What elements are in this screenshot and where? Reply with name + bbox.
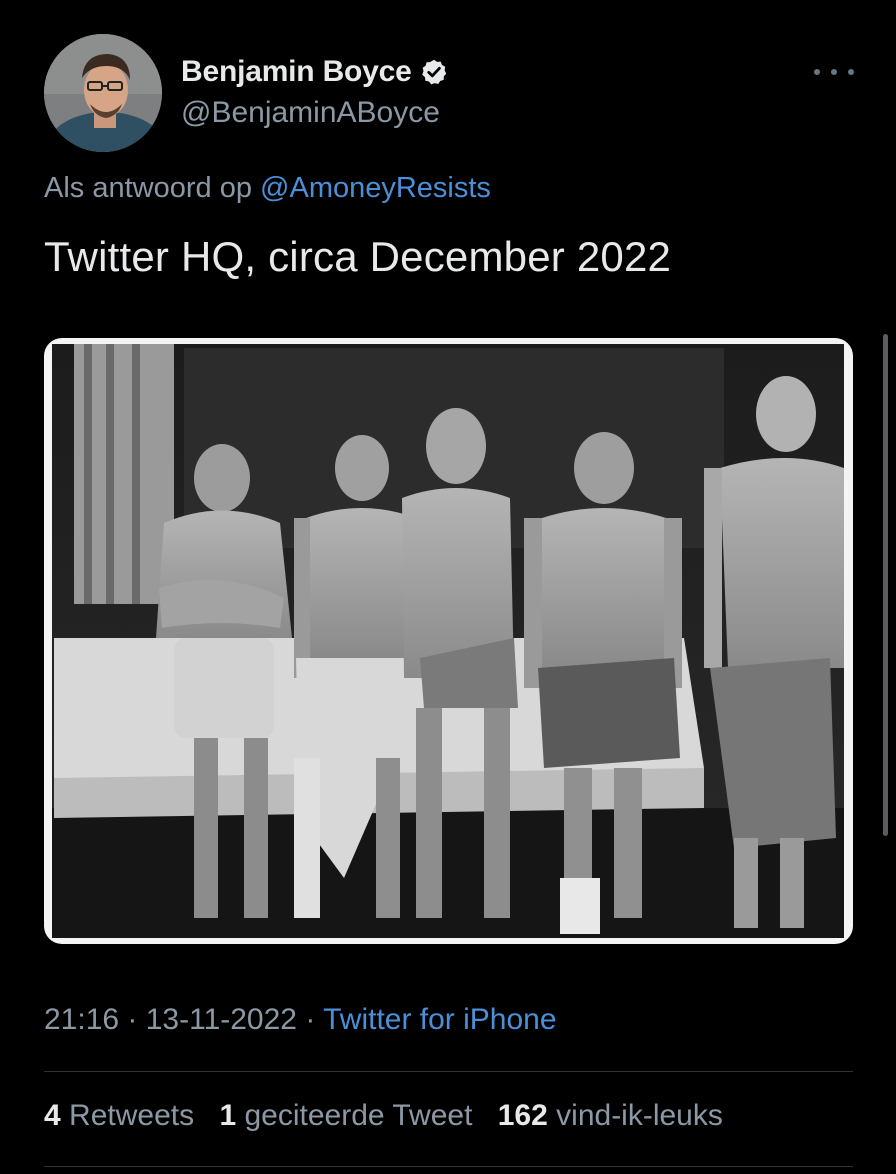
scrollbar-thumb[interactable] <box>883 334 888 836</box>
quote-tweets-count: 1 <box>219 1099 237 1132</box>
reply-to-handle-link[interactable]: @AmoneyResists <box>260 172 491 204</box>
divider <box>44 1071 853 1072</box>
meta-separator: · <box>119 1003 146 1036</box>
more-dot <box>831 69 837 75</box>
tweet-media-photo[interactable] <box>44 338 853 944</box>
more-dot <box>848 69 854 75</box>
divider <box>44 1166 853 1167</box>
author-avatar[interactable] <box>44 34 162 152</box>
likes-stat[interactable]: 162 vind-ik-leuks <box>498 1099 723 1132</box>
tweet-time[interactable]: 21:16 <box>44 1003 119 1036</box>
tweet-text: Twitter HQ, circa December 2022 <box>44 233 672 280</box>
reply-context: Als antwoord op @AmoneyResists <box>44 172 491 205</box>
quote-tweets-stat[interactable]: 1 geciteerde Tweet <box>219 1099 480 1132</box>
retweets-label: Retweets <box>69 1099 195 1132</box>
more-options-icon[interactable] <box>814 60 854 84</box>
tweet-stats: 4 Retweets 1 geciteerde Tweet 162 vind-i… <box>44 1099 740 1133</box>
verified-badge-icon <box>420 58 448 86</box>
tweet-date[interactable]: 13-11-2022 <box>146 1003 297 1036</box>
author-block: Benjamin Boyce @BenjaminABoyce <box>181 52 448 130</box>
display-name-row: Benjamin Boyce <box>181 52 448 92</box>
more-dot <box>814 69 820 75</box>
retweets-count: 4 <box>44 1099 61 1132</box>
author-display-name[interactable]: Benjamin Boyce <box>181 55 412 89</box>
likes-label: vind-ik-leuks <box>556 1099 723 1132</box>
author-handle[interactable]: @BenjaminABoyce <box>181 96 448 130</box>
quote-tweets-label: geciteerde Tweet <box>244 1099 473 1132</box>
meta-separator: · <box>296 1003 324 1036</box>
likes-count: 162 <box>497 1099 548 1132</box>
tweet-source-link[interactable]: Twitter for iPhone <box>323 1003 556 1036</box>
tweet-detail: Benjamin Boyce @BenjaminABoyce Als antwo… <box>0 0 896 1174</box>
retweets-stat[interactable]: 4 Retweets <box>44 1099 202 1132</box>
reply-prefix: Als antwoord op <box>44 172 252 204</box>
tweet-meta: 21:16 · 13-11-2022 · Twitter for iPhone <box>44 1003 557 1037</box>
